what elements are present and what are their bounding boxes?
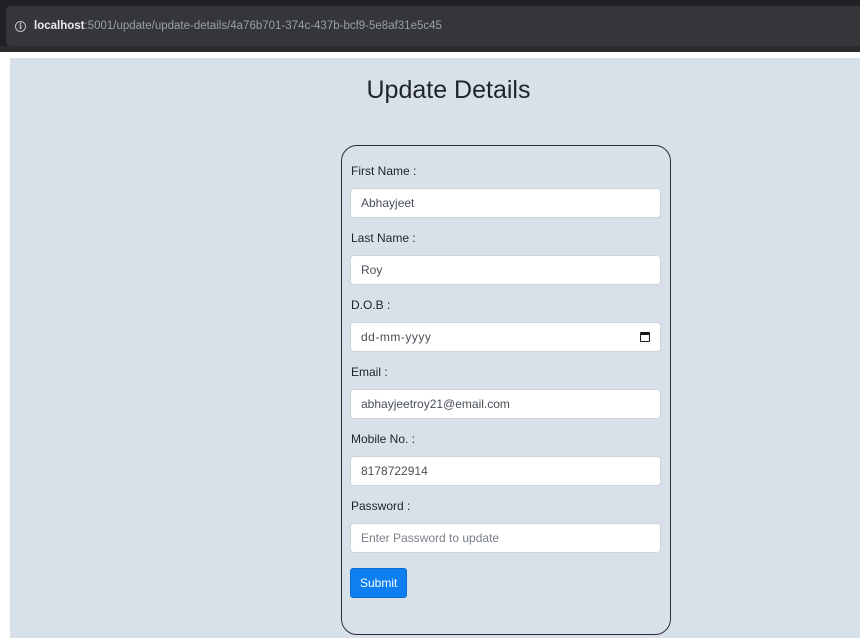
submit-button[interactable]: Submit xyxy=(350,568,408,598)
address-bar[interactable]: i localhost:5001/update/update-details/4… xyxy=(6,6,860,46)
mobile-field: Mobile No. : xyxy=(350,432,662,486)
page-title: Update Details xyxy=(366,76,531,104)
mobile-input[interactable] xyxy=(350,456,661,486)
update-details-form: First Name : Last Name : D.O.B : dd-mm-y… xyxy=(341,145,671,635)
last-name-input[interactable] xyxy=(350,255,661,285)
password-label: Password : xyxy=(351,499,411,513)
browser-toolbar: i localhost:5001/update/update-details/4… xyxy=(0,0,860,52)
dob-field: D.O.B : dd-mm-yyyy xyxy=(350,298,662,352)
first-name-input[interactable] xyxy=(350,188,661,218)
last-name-label: Last Name : xyxy=(351,231,416,245)
dob-input[interactable]: dd-mm-yyyy xyxy=(350,322,661,352)
password-field: Password : xyxy=(350,499,662,553)
password-input[interactable] xyxy=(350,523,661,553)
dob-label: D.O.B : xyxy=(351,298,391,312)
url-host: localhost xyxy=(34,20,85,32)
info-icon[interactable]: i xyxy=(15,20,26,32)
email-field: Email : xyxy=(350,365,662,419)
mobile-label: Mobile No. : xyxy=(351,432,416,446)
page-content: Update Details First Name : Last Name : … xyxy=(10,58,860,638)
first-name-field: First Name : xyxy=(350,164,662,218)
dob-placeholder: dd-mm-yyyy xyxy=(361,330,432,344)
email-input[interactable] xyxy=(350,389,661,419)
url-text[interactable]: localhost:5001/update/update-details/4a7… xyxy=(34,20,442,32)
email-label: Email : xyxy=(351,365,388,379)
last-name-field: Last Name : xyxy=(350,231,662,285)
calendar-icon[interactable] xyxy=(640,332,650,342)
first-name-label: First Name : xyxy=(351,164,417,178)
url-path: :5001/update/update-details/4a76b701-374… xyxy=(84,20,442,32)
